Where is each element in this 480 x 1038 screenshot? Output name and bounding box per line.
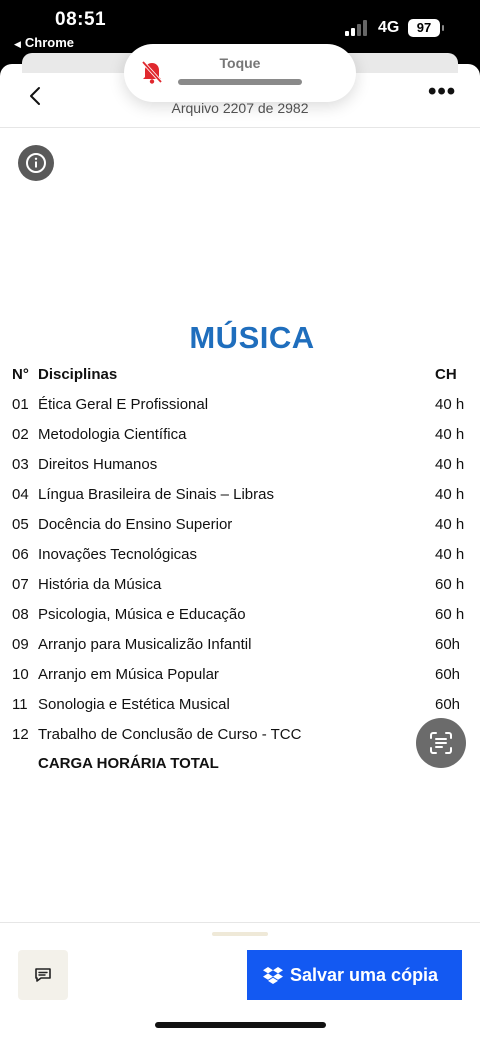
row-num: 07 [12, 576, 29, 593]
row-name: História da Música [38, 576, 162, 593]
dropbox-icon [263, 967, 283, 984]
table-row: 06 Inovações Tecnológicas 40 h [0, 546, 480, 570]
row-ch: 60h [435, 666, 461, 683]
table-row: 04 Língua Brasileira de Sinais – Libras … [0, 486, 480, 510]
row-ch: 40 h [435, 516, 465, 533]
row-name: Direitos Humanos [38, 456, 158, 473]
row-num: 10 [12, 666, 29, 683]
live-text-button[interactable] [416, 718, 466, 768]
table-row: 11 Sonologia e Estética Musical 60h [0, 696, 480, 720]
row-name: Docência do Ensino Superior [38, 516, 233, 533]
save-copy-button[interactable]: Salvar uma cópia [247, 950, 462, 1000]
row-num: 05 [12, 516, 29, 533]
divider [0, 922, 480, 923]
notification-title: Toque [219, 55, 261, 71]
comment-button[interactable] [18, 950, 68, 1000]
table-row: 12 Trabalho de Conclusão de Curso - TCC [0, 726, 480, 750]
signal-strength-icon [345, 20, 373, 36]
back-triangle-icon: ◀ [14, 39, 21, 49]
row-name: Inovações Tecnológicas [38, 546, 197, 563]
total-label: CARGA HORÁRIA TOTAL [38, 755, 219, 772]
silent-mode-notification[interactable]: Toque [124, 44, 356, 102]
row-ch: 60h [435, 636, 461, 653]
row-ch: 40 h [435, 456, 465, 473]
row-num: 09 [12, 636, 29, 653]
file-counter: Arquivo 2207 de 2982 [171, 100, 309, 116]
row-name: Psicologia, Música e Educação [38, 606, 246, 623]
row-name: Arranjo em Música Popular [38, 666, 219, 683]
text-scan-icon [430, 732, 452, 754]
table-row: 05 Docência do Ensino Superior 40 h [0, 516, 480, 540]
row-name: Trabalho de Conclusão de Curso - TCC [38, 726, 302, 743]
header-num: N° [12, 366, 29, 383]
header-name: Disciplinas [38, 366, 118, 383]
status-time: 08:51 [55, 9, 107, 30]
table-header: N° Disciplinas CH [0, 366, 480, 390]
volume-level-bar [178, 79, 302, 85]
battery-indicator: 97 [408, 19, 444, 37]
row-ch: 60 h [435, 576, 465, 593]
table-row: 01 Ética Geral E Profissional 40 h [0, 396, 480, 420]
row-num: 06 [12, 546, 29, 563]
row-ch: 40 h [435, 426, 465, 443]
row-ch: 40 h [435, 546, 465, 563]
row-name: Arranjo para Musicalizão Infantil [38, 636, 252, 653]
table-row: 08 Psicologia, Música e Educação 60 h [0, 606, 480, 630]
row-ch: 60h [435, 696, 461, 713]
comment-icon [35, 968, 51, 982]
row-num: 03 [12, 456, 29, 473]
row-name: Metodologia Científica [38, 426, 187, 443]
table-row: 02 Metodologia Científica 40 h [0, 426, 480, 450]
row-num: 04 [12, 486, 29, 503]
table-row: 10 Arranjo em Música Popular 60h [0, 666, 480, 690]
row-num: 11 [12, 696, 28, 713]
back-app-label: Chrome [24, 35, 75, 50]
row-ch: 40 h [435, 486, 465, 503]
divider [0, 127, 480, 128]
row-name: Língua Brasileira de Sinais – Libras [38, 486, 274, 503]
row-name: Ética Geral E Profissional [38, 396, 209, 413]
info-icon [26, 153, 46, 173]
row-ch: 40 h [435, 396, 465, 413]
drawer-handle[interactable] [212, 932, 268, 936]
row-ch: 60 h [435, 606, 465, 623]
back-to-app-link[interactable]: ◀ Chrome [14, 35, 74, 50]
row-num: 12 [12, 726, 29, 743]
row-num: 02 [12, 426, 29, 443]
row-num: 08 [12, 606, 29, 623]
row-name: Sonologia e Estética Musical [38, 696, 230, 713]
table-row: 07 História da Música 60 h [0, 576, 480, 600]
table-row: 09 Arranjo para Musicalizão Infantil 60h [0, 636, 480, 660]
save-copy-label: Salvar uma cópia [290, 965, 439, 985]
total-row: CARGA HORÁRIA TOTAL [0, 755, 480, 779]
home-indicator[interactable] [155, 1022, 326, 1028]
document-title: MÚSICA [189, 320, 315, 355]
network-type: 4G [378, 19, 400, 36]
info-button[interactable] [18, 145, 54, 181]
header-ch: CH [435, 366, 457, 383]
row-num: 01 [12, 396, 29, 413]
table-row: 03 Direitos Humanos 40 h [0, 456, 480, 480]
